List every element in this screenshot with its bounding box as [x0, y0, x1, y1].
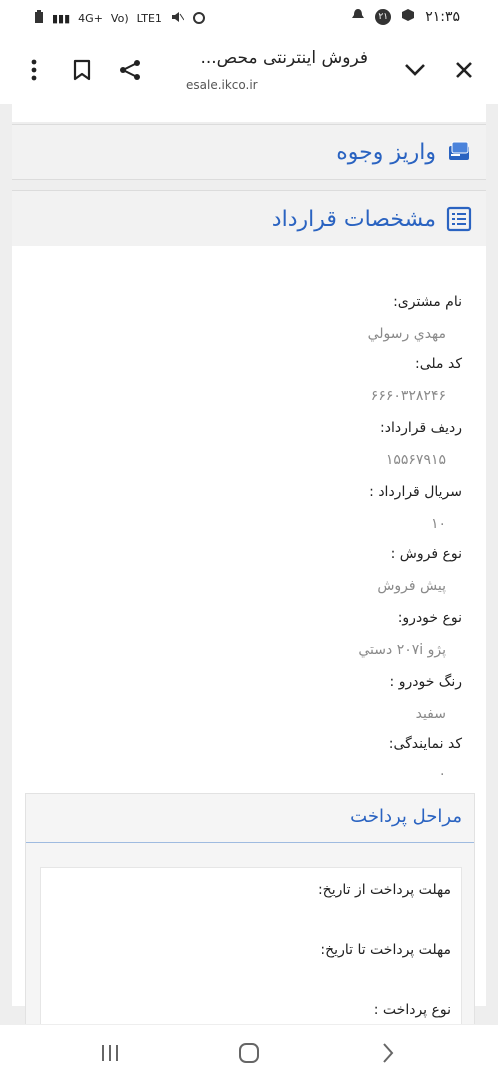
sale-type-label: نوع فروش :: [390, 546, 462, 562]
customer-name-label: نام مشتری:: [393, 294, 462, 310]
more-options-button[interactable]: [18, 54, 50, 86]
payment-to-date-label: مهلت پرداخت تا تاریخ:: [320, 942, 451, 958]
status-bar: ▮▮▮ 4G+ Vo) LTE1 ۲۱ ۲۱:۳۵: [0, 0, 498, 36]
bookmark-button[interactable]: [66, 54, 98, 86]
bookmark-icon: [73, 59, 91, 81]
home-button[interactable]: [229, 1037, 269, 1069]
list-document-icon: [446, 206, 472, 232]
battery-saver-icon: [34, 10, 44, 27]
national-code-label: کد ملی:: [415, 356, 462, 372]
page-url: esale.ikco.ir: [186, 78, 258, 92]
system-nav-bar: [0, 1024, 498, 1081]
clock: ۲۱:۳۵: [425, 8, 460, 25]
national-code-value: ۶۶۶۰۳۲۸۲۴۶: [370, 388, 446, 404]
back-button[interactable]: [368, 1037, 408, 1069]
payment-card-icon: [449, 141, 469, 160]
payment-steps-header[interactable]: مراحل پرداخت: [26, 794, 474, 843]
contract-row-label: ردیف قرارداد:: [380, 420, 462, 436]
close-icon: [456, 62, 472, 78]
top-card-edge: [12, 104, 486, 122]
close-button[interactable]: [448, 54, 480, 86]
contract-serial-value: ۱۰: [430, 516, 446, 532]
chevron-down-icon: [405, 64, 425, 76]
home-icon: [239, 1043, 259, 1063]
recent-apps-icon: [102, 1045, 118, 1061]
payment-from-date-label: مهلت پرداخت از تاریخ:: [317, 882, 451, 898]
network-4g-icon: 4G+: [78, 11, 103, 25]
sale-type-value: پیش فروش: [377, 578, 446, 594]
page-title: فروش اینترنتی محص...: [200, 48, 368, 68]
contract-row-value: ۱۵۵۶۷۹۱۵: [385, 452, 446, 468]
lte-icon: LTE1: [136, 11, 162, 25]
page-content: واریز وجوه مشخصات قرارداد نام مشتری: مهد…: [0, 104, 498, 1024]
agency-code-label: کد نمایندگی:: [388, 736, 462, 752]
payment-type-label: نوع پرداخت :: [373, 1002, 451, 1018]
notification-bell-icon: [351, 8, 365, 25]
car-type-value: پژو ۲۰۷i دستي: [358, 642, 446, 658]
more-vert-icon: [31, 59, 37, 81]
chevron-right-icon: [383, 1043, 394, 1063]
car-type-label: نوع خودرو:: [397, 610, 462, 626]
deposit-title: واریز وجوه: [336, 139, 436, 165]
payment-details-card: مهلت پرداخت از تاریخ: مهلت پرداخت تا تار…: [40, 867, 462, 1024]
share-icon: [120, 60, 140, 80]
payment-steps-title: مراحل پرداخت: [350, 806, 462, 827]
contract-panel-header[interactable]: مشخصات قرارداد: [12, 190, 486, 248]
customer-name-value: مهدي رسولي: [367, 326, 446, 342]
share-button[interactable]: [114, 54, 146, 86]
mute-icon: [170, 10, 185, 27]
payment-steps-panel: مراحل پرداخت مهلت پرداخت از تاریخ: مهلت …: [25, 793, 475, 1024]
agency-code-value: ۰: [438, 766, 446, 782]
alarm-icon: [192, 10, 206, 27]
app-notification-icon: [401, 8, 415, 25]
car-color-value: سفید: [415, 706, 446, 722]
car-color-label: رنگ خودرو :: [389, 674, 462, 690]
expand-button[interactable]: [399, 54, 431, 86]
browser-toolbar: فروش اینترنتی محص... esale.ikco.ir: [0, 36, 498, 105]
contract-title: مشخصات قرارداد: [271, 206, 436, 232]
notification-badge: ۲۱: [375, 8, 392, 25]
volte-icon: Vo): [110, 11, 129, 25]
recent-apps-button[interactable]: [90, 1037, 130, 1069]
signal-icon: ▮▮▮: [52, 11, 71, 25]
contract-serial-label: سریال قرارداد :: [369, 484, 462, 500]
deposit-panel-header[interactable]: واریز وجوه: [12, 124, 486, 180]
